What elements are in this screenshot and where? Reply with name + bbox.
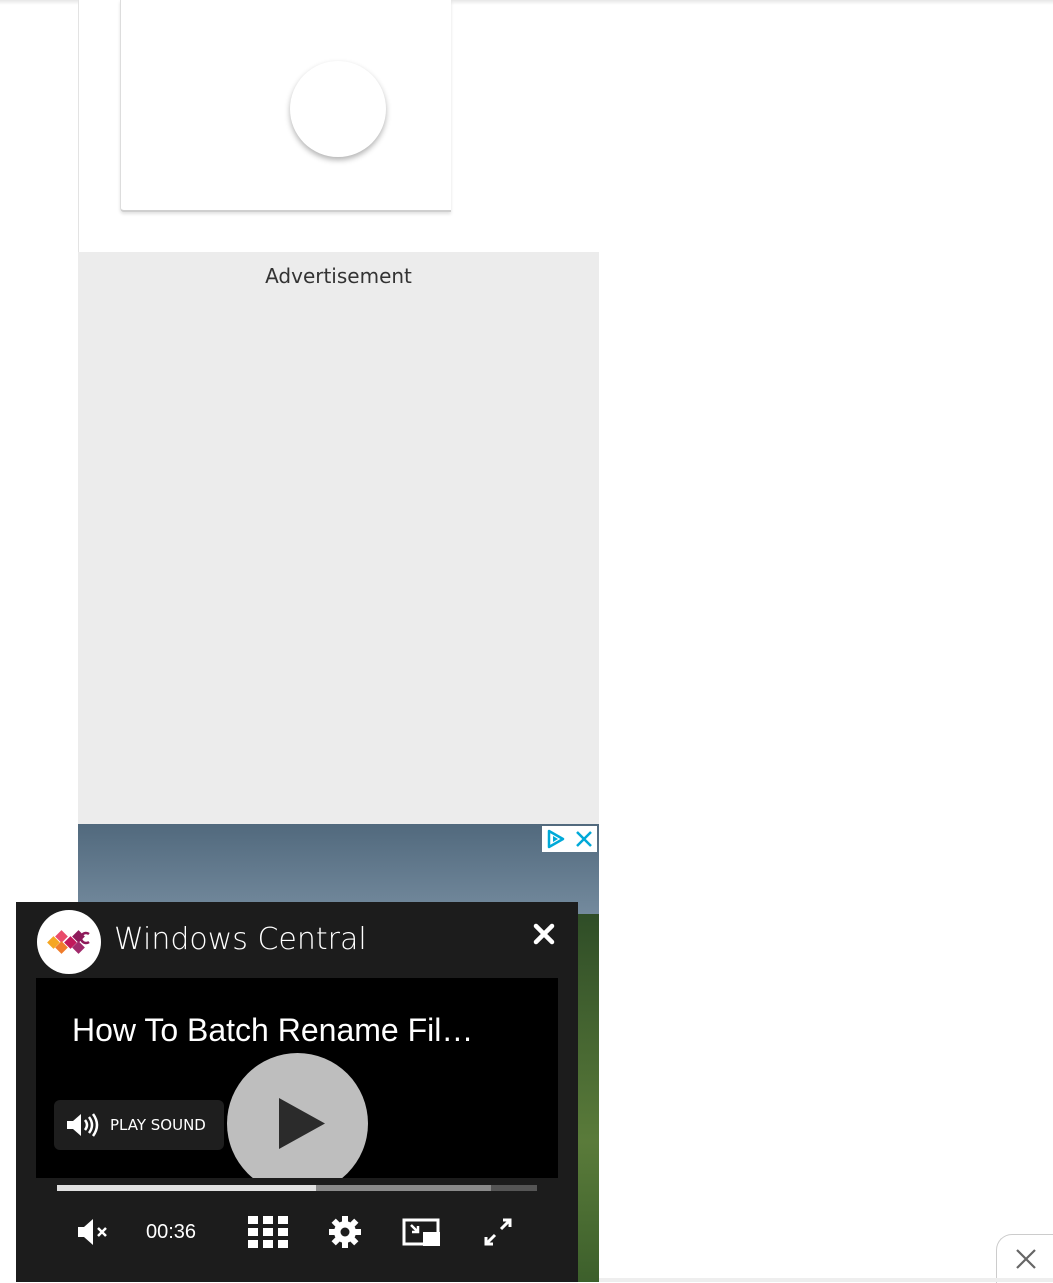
gear-icon[interactable] <box>328 1215 362 1249</box>
play-icon[interactable] <box>227 1053 368 1194</box>
play-sound-label: PLAY SOUND <box>110 1116 206 1134</box>
progress-played <box>57 1185 317 1191</box>
brand-logo-icon <box>47 930 90 954</box>
play-sound-button[interactable]: PLAY SOUND <box>54 1100 224 1150</box>
player-header: Windows Central <box>16 902 578 978</box>
ad-slot: Advertisement <box>78 252 599 824</box>
speaker-icon <box>67 1113 99 1137</box>
mute-button[interactable] <box>76 1212 114 1252</box>
fullscreen-icon[interactable] <box>482 1216 514 1248</box>
close-button[interactable] <box>533 922 555 952</box>
big-play-button[interactable] <box>227 1053 368 1194</box>
mute-icon[interactable] <box>76 1216 114 1248</box>
video-player: Windows Central How To Batch Rename Fil…… <box>16 902 578 1282</box>
picture-in-picture-icon[interactable] <box>402 1217 442 1247</box>
adchoices-icon[interactable] <box>545 828 567 850</box>
time-text: 00:36 <box>146 1220 197 1243</box>
grid-icon[interactable] <box>247 1215 291 1249</box>
floating-circle-button[interactable] <box>290 61 386 157</box>
close-icon[interactable] <box>533 923 555 945</box>
ad-close-icon[interactable] <box>574 829 594 849</box>
video-title: How To Batch Rename Fil… <box>72 1012 474 1048</box>
corner-close-button[interactable] <box>996 1234 1053 1283</box>
adchoices-badge[interactable] <box>542 826 597 852</box>
close-icon[interactable] <box>1014 1247 1038 1271</box>
bottom-edge <box>599 1278 1053 1282</box>
fullscreen-button[interactable] <box>482 1212 514 1252</box>
progress-bar[interactable] <box>57 1185 537 1191</box>
playlist-button[interactable] <box>247 1212 291 1252</box>
settings-button[interactable] <box>328 1212 362 1252</box>
brand-name: Windows Central <box>114 922 367 957</box>
control-bar: 00:36 <box>36 1178 558 1282</box>
pip-button[interactable] <box>402 1212 442 1252</box>
ad-label: Advertisement <box>265 264 412 288</box>
brand-logo <box>37 910 101 974</box>
time-display: 00:36 <box>146 1212 196 1252</box>
content-card <box>120 0 451 212</box>
